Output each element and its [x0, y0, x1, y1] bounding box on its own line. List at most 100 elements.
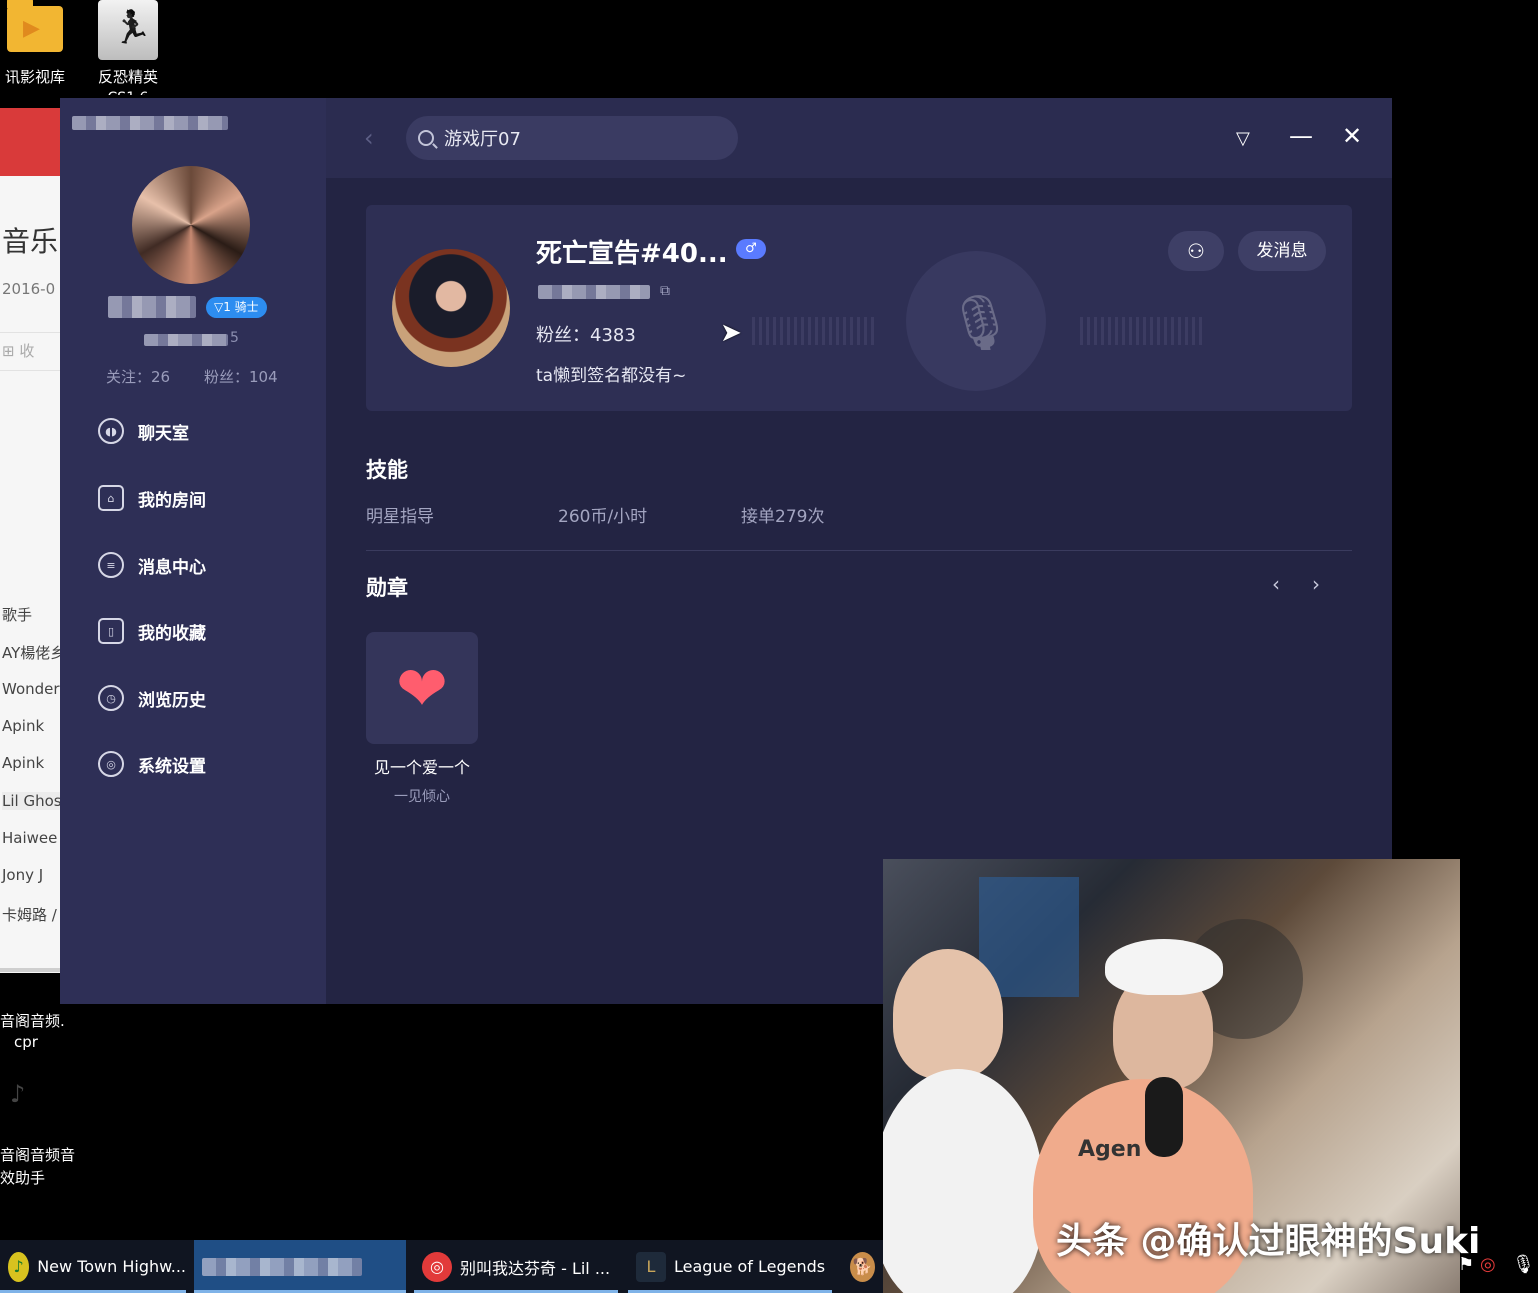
music-app-title: 音乐 — [2, 225, 59, 258]
music-app-date: 2016-0 — [2, 280, 56, 298]
desktop-icon-label[interactable]: cpr — [14, 1033, 38, 1051]
scrollbar[interactable] — [0, 968, 62, 972]
home-icon: ⌂ — [98, 485, 124, 511]
music-list-item[interactable]: Apink — [2, 717, 44, 735]
streamer-right-cap — [1105, 939, 1223, 995]
heart-arrow-icon: ❤ — [396, 651, 448, 725]
nav-my-room[interactable]: ⌂ 我的房间 — [98, 478, 206, 518]
tray-microphone-icon[interactable]: 🎙 — [1512, 1254, 1535, 1275]
follow-count[interactable]: 关注：26 — [106, 366, 170, 387]
watermark: 头条 @确认过眼神的Suki — [1056, 1221, 1481, 1262]
knight-badge-label: 1 骑士 — [223, 300, 259, 314]
music-list-header: 歌手 — [2, 606, 33, 624]
nav-chat-room[interactable]: ◖◗ 聊天室 — [98, 411, 189, 451]
taskbar-item-netease[interactable]: ◎ 别叫我达芬奇 - Lil ... — [414, 1240, 618, 1293]
medal-card[interactable]: ❤ — [366, 632, 478, 744]
nav-label: 我的收藏 — [138, 623, 206, 644]
music-app-collect-button[interactable]: ⊞ 收 — [2, 340, 34, 361]
nav-label: 聊天室 — [138, 423, 189, 444]
taskbar-label-blurred — [202, 1257, 362, 1276]
skill-name: 明星指导 — [366, 507, 434, 527]
taskbar-item-music[interactable]: ♪ New Town Highw... — [0, 1240, 186, 1293]
diamond-icon: ▽ — [214, 300, 224, 314]
nav-message-center[interactable]: ≡ 消息中心 — [98, 545, 206, 585]
streamer-face-left — [893, 949, 1003, 1079]
taskbar-item-doge[interactable]: 🐕 — [842, 1240, 883, 1293]
back-button[interactable]: ‹ — [364, 124, 374, 152]
desktop-icon-label: 讯影视库 — [4, 68, 65, 86]
music-list-item[interactable]: 卡姆路 / — [2, 904, 57, 925]
tray-flag-icon[interactable]: ⚑ — [1458, 1254, 1474, 1275]
music-list-item[interactable]: Wonder — [2, 680, 60, 698]
chevron-right-icon: › — [1312, 572, 1320, 596]
medals-next-button[interactable]: › — [1312, 572, 1320, 596]
user-avatar[interactable] — [132, 166, 250, 284]
profile-card: 死亡宣告#40... ♂ ⧉ 粉丝：4383 ta懒到签名都没有~ ⚇ 发消息 — [366, 205, 1352, 411]
desktop-icon-counter-strike[interactable]: 反恐精英 CS1.6 — [92, 0, 164, 95]
dropdown-button[interactable]: ▽ — [1236, 128, 1250, 149]
mouse-cursor-icon: ➤ — [720, 318, 742, 348]
audio-app-icon[interactable]: ♪ — [10, 1080, 25, 1108]
male-icon: ♂ — [736, 239, 766, 259]
collect-label: 收 — [19, 342, 35, 360]
user-id-blurred — [144, 334, 228, 346]
host-id-blurred — [538, 285, 650, 299]
skill-price: 260币/小时 — [558, 507, 648, 527]
settings-icon: ◎ — [98, 751, 124, 777]
skills-title: 技能 — [366, 458, 408, 482]
music-list-item[interactable]: Apink — [2, 754, 44, 772]
medal-name: 见一个爱一个 — [373, 758, 470, 777]
desktop-icon-sublabel: CS1.6 — [92, 87, 164, 95]
nav-label: 我的房间 — [138, 490, 206, 511]
nav-label: 系统设置 — [138, 756, 206, 777]
chevron-left-icon: ‹ — [1272, 572, 1280, 596]
follow-button[interactable]: ⚇ — [1168, 231, 1224, 271]
nav-settings[interactable]: ◎ 系统设置 — [98, 744, 206, 784]
music-list-item[interactable]: AY楊佬乡 — [2, 642, 62, 663]
close-button[interactable]: ✕ — [1342, 122, 1362, 150]
taskbar-item-lol[interactable]: L League of Legends — [628, 1240, 832, 1293]
nav-label: 消息中心 — [138, 557, 206, 578]
top-bar: ‹ ▽ — ✕ — [326, 98, 1392, 178]
desktop-icon-label[interactable]: 音阁音频. — [0, 1010, 65, 1031]
copy-icon[interactable]: ⧉ — [660, 283, 670, 299]
music-app-header — [0, 108, 62, 176]
medal-description: 一见倾心 — [394, 789, 450, 805]
taskbar: ♪ New Town Highw... ◎ 别叫我达芬奇 - Lil ... L Le… — [0, 1240, 883, 1293]
app-icon: ♪ — [8, 1251, 30, 1282]
counter-strike-icon — [98, 0, 158, 60]
nav-history[interactable]: ◷ 浏览历史 — [98, 678, 206, 718]
send-message-button[interactable]: 发消息 — [1238, 231, 1326, 271]
tray-netease-icon[interactable]: ◎ — [1480, 1254, 1496, 1275]
microphone — [1145, 1077, 1183, 1157]
desktop-icon-video-library[interactable]: 讯影视库 — [0, 0, 70, 87]
desktop-icon-label[interactable]: 音阁音频音 — [0, 1144, 75, 1165]
nav-favorites[interactable]: ▯ 我的收藏 — [98, 611, 206, 651]
minimize-icon: — — [1289, 122, 1313, 150]
medals-prev-button[interactable]: ‹ — [1272, 572, 1280, 596]
nav-label: 浏览历史 — [138, 690, 206, 711]
doge-app-icon: 🐕 — [850, 1251, 875, 1282]
netease-music-icon: ◎ — [422, 1251, 452, 1282]
music-list-item[interactable]: Jony J — [2, 866, 43, 884]
knight-badge: ▽1 骑士 — [206, 297, 267, 318]
desktop-icon-label: 反恐精英 — [97, 68, 158, 86]
user-name-blurred — [108, 296, 196, 318]
league-of-legends-icon: L — [636, 1251, 666, 1282]
taskbar-label: 别叫我达芬奇 - Lil ... — [460, 1258, 611, 1278]
search-input[interactable] — [444, 127, 724, 149]
decorative-microphone-art — [906, 251, 1046, 391]
host-avatar[interactable] — [392, 249, 510, 367]
music-list-item[interactable]: Haiwee — [2, 829, 57, 847]
taskbar-item-client[interactable] — [194, 1240, 406, 1293]
shirt-print: Agen — [1078, 1137, 1142, 1162]
search-box[interactable] — [406, 116, 738, 160]
desktop-icon-label[interactable]: 效助手 — [0, 1167, 45, 1188]
folder-add-icon: ⊞ — [2, 342, 15, 360]
close-icon: ✕ — [1342, 122, 1363, 150]
window-title-blurred — [72, 116, 228, 130]
fans-count[interactable]: 粉丝：104 — [204, 366, 278, 387]
chat-room-icon: ◖◗ — [98, 418, 124, 444]
minimize-button[interactable]: — — [1289, 122, 1313, 150]
music-list-item[interactable]: Lil Ghos — [2, 792, 62, 810]
